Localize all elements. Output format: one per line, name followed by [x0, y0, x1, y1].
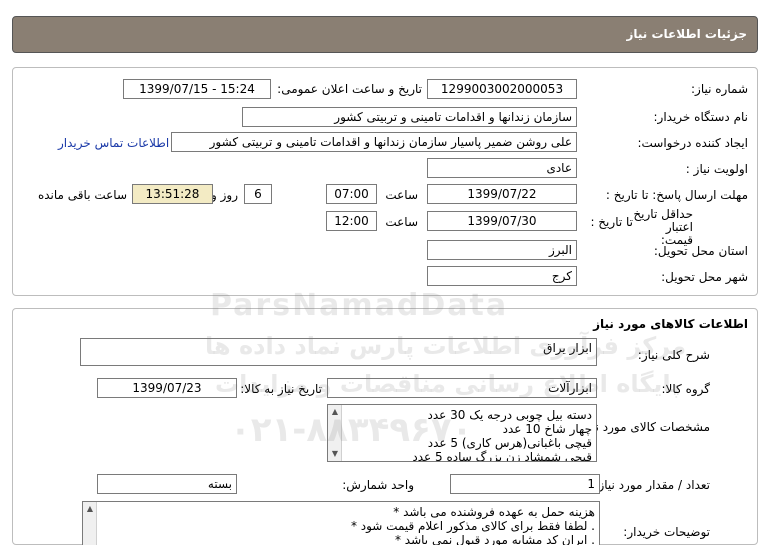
- priority-field: عادی: [427, 158, 577, 178]
- remaining-time-field: 13:51:28: [132, 184, 213, 204]
- scroll-down-icon[interactable]: ▼: [330, 449, 340, 459]
- unit-field: بسته: [97, 474, 237, 494]
- need-date-label: تاریخ نیاز به کالا:: [240, 382, 322, 396]
- group-label: گروه کالا:: [661, 382, 711, 396]
- validity-time-label: ساعت: [385, 215, 418, 229]
- province-field: البرز: [427, 240, 577, 260]
- goods-section-title: اطلاعات کالاهای مورد نیاز: [593, 317, 748, 331]
- requester-label: ایجاد کننده درخواست:: [637, 136, 748, 150]
- scroll-up-icon[interactable]: ▲: [85, 504, 95, 514]
- page-header: جزئیات اطلاعات نیاز: [12, 16, 758, 53]
- requester-field: علی روشن ضمیر پاسیار سازمان زندانها و اق…: [171, 132, 577, 152]
- spec-line: قیچی شمشاد زن بزرگ ساده 5 عدد: [412, 450, 592, 462]
- scroll-up-icon[interactable]: ▲: [330, 407, 340, 417]
- priority-label: اولویت نیاز :: [685, 162, 748, 176]
- unit-label: واحد شمارش:: [342, 478, 414, 492]
- buyer-contact-link[interactable]: اطلاعات تماس خریدار: [58, 136, 169, 150]
- qty-field: 1: [450, 474, 600, 494]
- specs-text: دسته بیل چوبی درجه یک 30 عدد چهار شاخ 10…: [342, 405, 596, 462]
- days-label: روز و: [211, 188, 238, 202]
- announce-label: تاریخ و ساعت اعلان عمومی:: [277, 82, 422, 96]
- spec-line: چهار شاخ 10 عدد: [502, 422, 592, 436]
- deadline-time-field: 07:00: [326, 184, 377, 204]
- validity-to-label: تا تاریخ :: [590, 215, 633, 229]
- deadline-time-label: ساعت: [385, 188, 418, 202]
- page-title: جزئیات اطلاعات نیاز: [626, 27, 747, 41]
- notes-textarea[interactable]: ▲ هزینه حمل به عهده فروشنده می باشد * . …: [82, 501, 600, 545]
- announce-field: 1399/07/15 - 15:24: [123, 79, 271, 99]
- spec-line: قیچی باغبانی(هرس کاری) 5 عدد: [427, 436, 592, 450]
- notes-text: هزینه حمل به عهده فروشنده می باشد * . لط…: [97, 502, 599, 545]
- spec-line: دسته بیل چوبی درجه یک 30 عدد: [427, 408, 592, 422]
- need-number-field: 1299003002000053: [427, 79, 577, 99]
- buyer-org-label: نام دستگاه خریدار:: [653, 110, 749, 124]
- note-line: هزینه حمل به عهده فروشنده می باشد *: [393, 505, 595, 519]
- validity-time-field: 12:00: [326, 211, 377, 231]
- province-label: استان محل تحویل:: [653, 244, 748, 258]
- remaining-label: ساعت باقی مانده: [37, 188, 127, 202]
- specs-scrollbar[interactable]: ▲ ▼: [328, 405, 342, 461]
- need-date-field: 1399/07/23: [97, 378, 237, 398]
- city-field: کرج: [427, 266, 577, 286]
- notes-scrollbar[interactable]: ▲: [83, 502, 97, 545]
- specs-label: مشخصات کالای مورد نیاز:: [578, 420, 710, 434]
- group-field: ابزارآلات: [327, 378, 597, 398]
- qty-label: تعداد / مقدار مورد نیاز:: [594, 478, 710, 492]
- desc-label: شرح کلی نیاز:: [637, 348, 710, 362]
- note-line: . ایران کد مشابه مورد قبول نمی باشد *: [394, 533, 595, 545]
- deadline-date-field: 1399/07/22: [427, 184, 577, 204]
- buyer-org-field: سازمان زندانها و اقدامات تامینی و تربیتی…: [242, 107, 577, 127]
- notes-label: توضیحات خریدار:: [623, 525, 710, 539]
- validity-date-field: 1399/07/30: [427, 211, 577, 231]
- note-line: . لطفا فقط برای کالای مذکور اعلام قیمت ش…: [350, 519, 595, 533]
- need-number-label: شماره نیاز:: [691, 82, 748, 96]
- days-field: 6: [244, 184, 272, 204]
- desc-field: ابزار یراق: [80, 338, 597, 366]
- need-details-panel: [12, 67, 758, 296]
- specs-textarea[interactable]: ▲ ▼ دسته بیل چوبی درجه یک 30 عدد چهار شا…: [327, 404, 597, 462]
- city-label: شهر محل تحویل:: [661, 270, 748, 284]
- validity-label: حداقل تاریخ اعتبار قیمت:: [633, 207, 693, 247]
- deadline-label: مهلت ارسال پاسخ: تا تاریخ :: [605, 188, 748, 202]
